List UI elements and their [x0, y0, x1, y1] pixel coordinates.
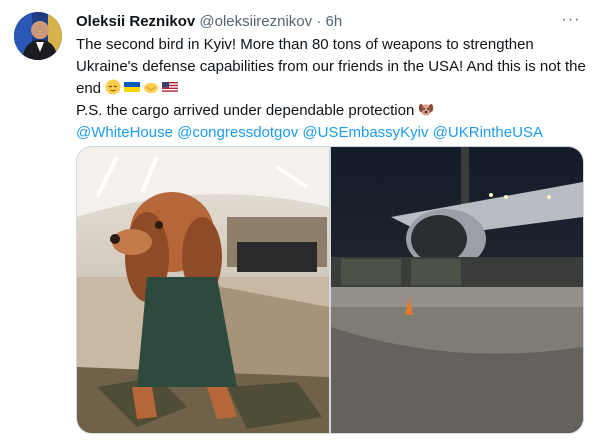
plane-night-photo	[331, 147, 583, 433]
tweet-paragraph-2: P.S. the cargo arrived under dependable …	[76, 100, 586, 122]
photo-cargo-plane-airfield[interactable]	[331, 147, 583, 433]
tweet-line-2: P.S. the cargo arrived under dependable …	[76, 102, 415, 119]
header-separator: ·	[316, 13, 322, 30]
handshake-emoji	[144, 83, 159, 93]
more-options-button[interactable]: ···	[559, 12, 583, 32]
more-icon: ···	[561, 11, 581, 28]
author-handle[interactable]: @oleksiireznikov	[199, 13, 312, 30]
tweet-paragraph-1: The second bird in Kyiv! More than 80 to…	[76, 34, 586, 100]
relieved-face-emoji	[105, 79, 121, 95]
ukraine-flag-emoji	[124, 82, 141, 92]
tweet-media-grid	[76, 146, 584, 434]
tweet-mentions: @WhiteHouse @congressdotgov @USEmbassyKy…	[76, 122, 586, 144]
dog-cargo-photo	[77, 147, 329, 433]
mention-congressdotgov[interactable]: @congressdotgov	[177, 124, 298, 141]
usa-flag-emoji	[162, 82, 179, 92]
mention-whitehouse[interactable]: @WhiteHouse	[76, 124, 173, 141]
author-name[interactable]: Oleksii Reznikov	[76, 13, 195, 30]
author-avatar[interactable]	[14, 12, 62, 60]
tweet-text: The second bird in Kyiv! More than 80 to…	[76, 34, 586, 144]
dog-face-emoji	[419, 104, 434, 116]
tweet-header: Oleksii Reznikov @oleksiireznikov · 6h	[76, 12, 561, 32]
mention-usembassykyiv[interactable]: @USEmbassyKyiv	[302, 124, 428, 141]
avatar-portrait-icon	[14, 12, 62, 60]
photo-dog-in-cargo-plane[interactable]	[77, 147, 329, 433]
tweet-timestamp[interactable]: 6h	[326, 13, 343, 30]
mention-ukrintheusa[interactable]: @UKRintheUSA	[433, 124, 543, 141]
